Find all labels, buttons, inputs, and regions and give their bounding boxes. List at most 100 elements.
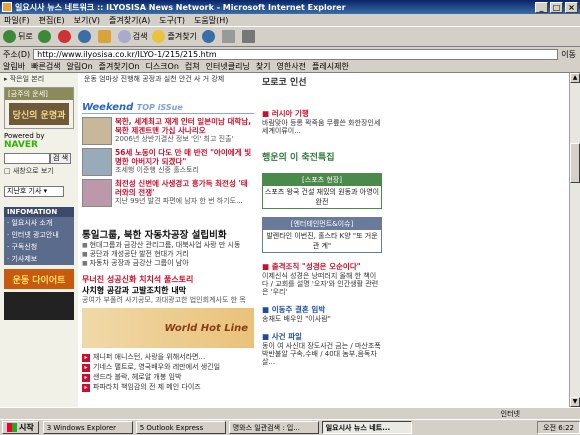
system-tray: 오전 6:22: [537, 421, 580, 434]
taskbar: 시작 3 Windows Explorer 5 Outlook Express …: [0, 419, 580, 435]
close-button[interactable]: ×: [565, 1, 578, 13]
menu-tools[interactable]: 도구(T): [159, 15, 185, 26]
search-button[interactable]: 검색: [117, 30, 147, 43]
menu-help[interactable]: 도움말(H): [194, 15, 228, 26]
scroll-up-icon[interactable]: ▲: [570, 73, 580, 83]
right-top-title[interactable]: 모로코 인선: [262, 75, 382, 88]
right-section[interactable]: ■ 출격조직 "성경은 오순이다" 이제신식 성경은 낭떠러지 올해 한 책이다…: [262, 261, 382, 296]
sports-box[interactable]: [스포츠 현장] 스포츠 왕국 건설 재밌의 원동과 아영이 완전: [262, 173, 382, 209]
start-button[interactable]: 시작: [2, 421, 39, 434]
taskbar-item[interactable]: 3 Windows Explorer: [42, 421, 133, 434]
maximize-button[interactable]: □: [550, 1, 563, 13]
info-item[interactable]: · 구독신청: [4, 241, 74, 253]
lead-bullet[interactable]: 공단과 개성공단 발전 현대가 거리: [82, 250, 254, 259]
refresh-icon: [77, 30, 91, 43]
weekend-top-issue-head: Weekend TOP iSSue: [82, 102, 254, 114]
printer-icon: [241, 30, 255, 43]
link-item[interactable]: 알림On: [67, 61, 93, 72]
link-item[interactable]: 인터넷클리닝: [206, 61, 250, 72]
search-input[interactable]: [4, 153, 50, 164]
link-item[interactable]: 컵쳐: [185, 61, 200, 72]
info-item[interactable]: · 일요시사 소개: [4, 217, 74, 229]
back-issue-select[interactable]: 지난호 기사 ▾: [4, 186, 64, 197]
russia-link[interactable]: ■ 러시아 기행: [262, 108, 382, 119]
menu-file[interactable]: 파일(F): [4, 15, 30, 26]
top-headline[interactable]: 운동 엄마상 진행해 공정과 실천 안건 사 거 강제: [82, 73, 254, 85]
entertainment-head: [엔터테인먼트&이슈]: [263, 218, 381, 230]
home-button[interactable]: [97, 30, 113, 43]
lead-bullet[interactable]: 현대그룹과 금강산 관리그룹, 대북사업 사랑 만 시동: [82, 241, 254, 250]
entertainment-body: 발렌타인 이번진, 홀스타 K양 "또 거운 관 계": [266, 232, 378, 250]
link-item[interactable]: 영한사전: [277, 61, 306, 72]
hot-line-list: ▸ 재니퍼 애니스턴, 사랑을 위해서라면... ▸ 기네스 팰트로, 영국배우와 …: [82, 352, 254, 392]
left-top-link[interactable]: ▸ 작은일 본리: [0, 73, 78, 85]
menu-bar: 파일(F) 편집(E) 보기(V) 즐겨찾기(A) 도구(T) 도움말(H): [0, 14, 580, 27]
info-item[interactable]: · 인터넷 광고안내: [4, 229, 74, 241]
back-button[interactable]: 뒤로: [3, 30, 33, 43]
windows-logo-icon: [7, 423, 17, 432]
taskbar-item[interactable]: 명와스 일관검색 : 입...: [228, 421, 319, 434]
lead-story-title[interactable]: 통일그룹, 북한 자동차공장 설립비화: [82, 227, 254, 241]
media-button[interactable]: [201, 30, 217, 43]
sports-body: 스포츠 왕국 건설 재밌의 원동과 아영이 완전: [264, 188, 380, 206]
naver-label: Powered by NAVER: [4, 132, 45, 150]
issue-item[interactable]: 최전성 신변에 사생경고 흥가득 최전성 '태러와의 전쟁' 지난 99년 발견 …: [82, 179, 254, 207]
right-section[interactable]: ■ 이동주 결혼 임박 송재도 배우인 "이사람": [262, 304, 382, 323]
info-head: INFOMATION: [4, 207, 74, 217]
right-section[interactable]: ■ 사건 파일 동이 여 사신대 장도사건 금는 / 마산조폭 박반불알 구속,…: [262, 331, 382, 366]
link-item[interactable]: 찾기: [256, 61, 271, 72]
go-button[interactable]: 이동: [561, 49, 576, 60]
favorites-button[interactable]: 즐겨찾기: [152, 30, 197, 43]
link-item[interactable]: 알림바: [3, 61, 25, 72]
menu-view[interactable]: 보기(V): [74, 15, 100, 26]
back-arrow-icon: [3, 30, 16, 43]
entertainment-box[interactable]: [엔터테인먼트&이슈] 발렌타인 이번진, 홀스타 K양 "또 거운 관 계": [262, 217, 382, 253]
star-icon: [152, 30, 166, 43]
search-submit-button[interactable]: 검 색: [50, 153, 72, 164]
scroll-thumb[interactable]: [570, 143, 580, 183]
fortune-box: [금주의 운세] 당신의 운명과: [4, 87, 74, 129]
stop-button[interactable]: [57, 30, 73, 43]
forward-button[interactable]: [37, 30, 53, 43]
issue-title: 최전성 신변에 사생경고 흥가득 최전성 '태러와의 전쟁': [115, 179, 248, 197]
vertical-scrollbar[interactable]: ▲ ▼: [569, 73, 580, 407]
diet-banner[interactable]: 운동 다이어트: [4, 269, 74, 289]
menu-edit[interactable]: 편집(E): [39, 15, 65, 26]
list-item[interactable]: ▸ 파파라치 책임감의 전 제 메인 다이즈: [82, 382, 254, 392]
mail-button[interactable]: [221, 30, 237, 43]
address-input[interactable]: http://www.ilyosisa.co.kr/ILYO-1/215/215…: [33, 49, 559, 60]
link-item[interactable]: 빠른검색: [31, 61, 60, 72]
world-hot-line-banner[interactable]: World Hot Line: [82, 308, 254, 348]
list-item[interactable]: ▸ 샌드라 블락, 헤로알 개봉 임박: [82, 372, 254, 382]
lead-bullet[interactable]: 자동차 공장과 금강산 그룹이 남아: [82, 259, 254, 268]
search-form: 검 색: [4, 153, 74, 164]
print-button[interactable]: [241, 30, 257, 43]
ie-icon: [2, 2, 12, 12]
story-summary: 공여가 부풀려 사기공모, 과대광고한 법인회계사도 한 목: [82, 296, 246, 304]
taskbar-item-active[interactable]: 일요시사 뉴스 네트...: [321, 421, 412, 434]
right-column: 모로코 인선 ■ 러시아 기행 바람맞아 등롱 꽉죽움 무릎쓴 화한장인세 세계…: [262, 73, 382, 407]
link-item[interactable]: 디스크On: [145, 61, 178, 72]
special-banner[interactable]: 행운의 이 축전특집: [262, 147, 382, 165]
issue-title: 북한, 세계최고 재계 인터 일본미남 대학남,북한 제겐트맨 가십 사나리오: [115, 117, 252, 135]
taskbar-item[interactable]: 5 Outlook Express: [135, 421, 226, 434]
issue-sub: 조세행 이준행 신중 홀스토리: [115, 166, 199, 174]
story-red-head[interactable]: 무너진 성공신화 치치석 풀스토리: [82, 274, 254, 285]
refresh-button[interactable]: [77, 30, 93, 43]
story-black-head[interactable]: 사치형 공감과 고발조치한 내막: [82, 285, 254, 296]
link-item[interactable]: 플레시제한: [312, 61, 349, 72]
promo-banner[interactable]: [4, 292, 74, 320]
fortune-banner[interactable]: 당신의 운명과: [9, 103, 69, 125]
new-window-checkbox[interactable]: □ 새창으로 보기: [4, 166, 74, 176]
minimize-button[interactable]: _: [535, 1, 548, 13]
menu-favorites[interactable]: 즐겨찾기(A): [109, 15, 150, 26]
issue-title: 56세 노동이 다도 만 매 반전 "아이에게 빛명한 아버지가 되겠다": [115, 148, 252, 166]
list-item[interactable]: ▸ 기네스 팰트로, 영국배우와 레만에서 생긴일: [82, 362, 254, 372]
list-item[interactable]: ▸ 재니퍼 애니스턴, 사랑을 위해서라면...: [82, 352, 254, 362]
link-item[interactable]: 즐겨찾기On: [99, 61, 140, 72]
scroll-down-icon[interactable]: ▼: [570, 397, 580, 407]
issue-thumbnail: [82, 179, 112, 207]
info-item[interactable]: · 기사제보: [4, 253, 74, 265]
issue-item[interactable]: 56세 노동이 다도 만 매 반전 "아이에게 빛명한 아버지가 되겠다" 조세행…: [82, 148, 254, 176]
issue-item[interactable]: 북한, 세계최고 재계 인터 일본미남 대학남,북한 제겐트맨 가십 사나리오 2…: [82, 117, 254, 145]
